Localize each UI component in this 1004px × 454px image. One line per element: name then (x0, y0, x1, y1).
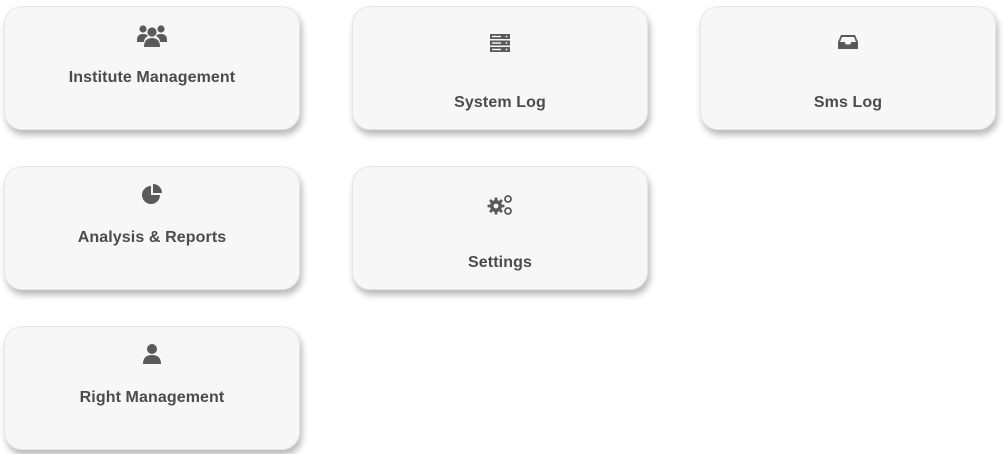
server-list-icon (353, 33, 647, 53)
user-icon (5, 343, 299, 365)
cogs-icon (353, 193, 647, 217)
tile-label: Analysis & Reports (77, 229, 227, 246)
pie-chart-icon (5, 183, 299, 205)
analysis-reports-tile[interactable]: Analysis & Reports (4, 166, 300, 290)
tile-label: Institute Management (68, 69, 236, 86)
right-management-tile[interactable]: Right Management (4, 326, 300, 450)
tile-label: System Log (454, 94, 546, 111)
inbox-icon (701, 33, 995, 51)
menu-grid: Institute Management System Log Sms Log … (0, 0, 1004, 454)
tile-label: Settings (468, 254, 532, 271)
system-log-tile[interactable]: System Log (352, 6, 648, 130)
settings-tile[interactable]: Settings (352, 166, 648, 290)
institute-management-tile[interactable]: Institute Management (4, 6, 300, 130)
users-icon (5, 23, 299, 49)
tile-label: Right Management (79, 389, 225, 406)
tile-label: Sms Log (813, 94, 883, 111)
sms-log-tile[interactable]: Sms Log (700, 6, 996, 130)
